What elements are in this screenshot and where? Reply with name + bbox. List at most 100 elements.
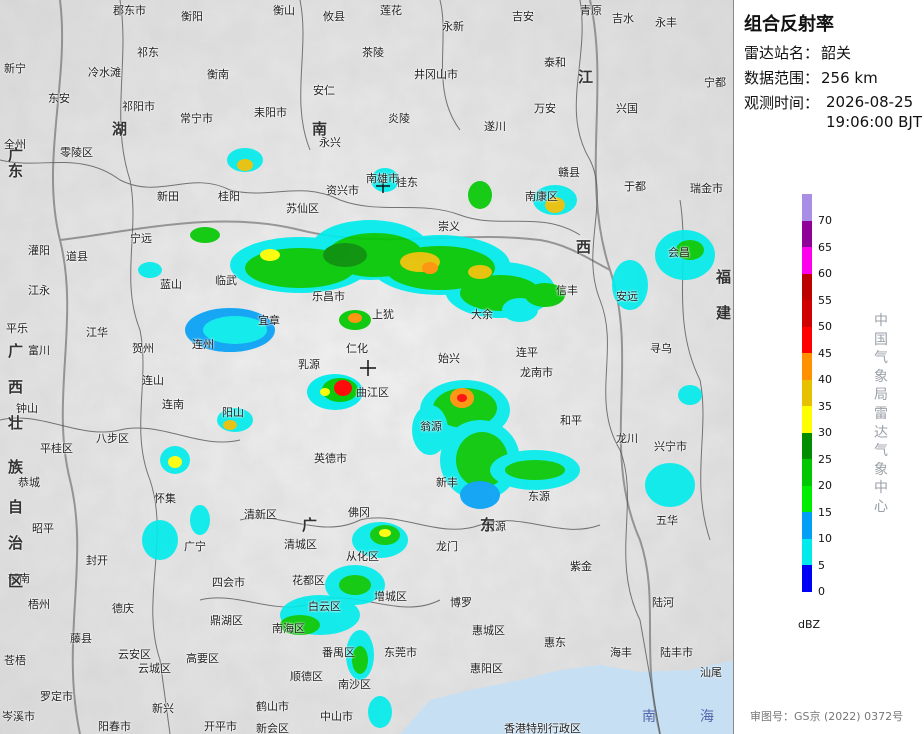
place-label: 昭平 [32, 522, 54, 535]
place-label: 泰和 [544, 56, 566, 69]
place-label: 零陵区 [60, 146, 93, 159]
province-char: 江 [578, 68, 594, 86]
legend-value: 25 [818, 452, 832, 466]
sea-label: 南 [642, 709, 656, 725]
place-label: 江华 [86, 326, 108, 339]
place-label: 南海区 [272, 622, 305, 635]
place-label: 新丰 [436, 476, 458, 489]
place-label: 惠阳区 [470, 662, 503, 675]
place-label: 会昌 [668, 246, 690, 259]
station-label: 雷达站名： [744, 44, 820, 62]
legend-value: 50 [818, 320, 832, 333]
place-label: 富川 [28, 344, 50, 357]
place-label: 炎陵 [388, 112, 410, 125]
legend-bin [802, 406, 812, 433]
place-label: 开平市 [204, 720, 237, 733]
place-label: 于都 [624, 180, 646, 193]
place-label: 龙南市 [520, 366, 553, 379]
place-label: 新会区 [256, 722, 289, 734]
place-label: 德庆 [112, 602, 134, 615]
place-label: 临武 [215, 274, 237, 287]
province-char: 湖 [112, 120, 128, 138]
legend-value: 70 [818, 214, 832, 227]
place-label: 遂川 [484, 120, 506, 133]
place-label: 桂阳 [218, 190, 240, 203]
place-label: 兴国 [616, 102, 638, 115]
legend-value: 5 [818, 558, 825, 572]
province-char: 福 [716, 268, 732, 286]
place-label: 连州 [192, 338, 214, 351]
place-label: 英德市 [314, 452, 347, 465]
province-char: 族 [8, 458, 24, 476]
province-char: 东 [480, 516, 496, 534]
legend-bin [802, 485, 812, 512]
place-label: 常宁市 [180, 112, 213, 125]
legend-bin [802, 326, 812, 353]
legend-value: 35 [818, 399, 832, 413]
province-char: 西 [8, 378, 24, 396]
place-label: 宁远 [130, 232, 152, 245]
place-label: 宁都 [704, 76, 726, 89]
place-label: 衡山 [273, 4, 295, 17]
legend-value: 60 [818, 267, 832, 280]
place-label: 新兴 [152, 702, 174, 715]
place-label: 蓝山 [160, 278, 182, 291]
place-label: 苏仙区 [286, 202, 319, 215]
place-label: 贺州 [132, 342, 154, 355]
place-label: 寻乌 [650, 342, 672, 355]
place-label: 资兴市 [326, 184, 359, 197]
legend-value: 45 [818, 346, 832, 360]
place-label: 永新 [442, 20, 464, 33]
info-panel: 组合反射率 雷达站名： 韶关 数据范围： 256 km 观测时间： 2026-08-… [734, 0, 924, 734]
legend-bin [802, 300, 812, 327]
place-label: 东源 [528, 490, 550, 503]
range-value: 256 km [821, 69, 878, 87]
place-label: 乐昌市 [312, 290, 345, 303]
place-label: 清新区 [244, 508, 277, 521]
place-label: 和平 [560, 414, 582, 427]
place-label: 东安 [48, 92, 70, 105]
place-label: 平乐 [6, 322, 28, 335]
legend-bin [802, 194, 812, 221]
place-label: 罗定市 [40, 690, 73, 703]
place-label: 从化区 [346, 550, 379, 563]
place-label: 藤县 [70, 632, 92, 645]
place-label: 阳春市 [98, 720, 131, 733]
place-label: 五华 [656, 514, 678, 527]
place-label: 陆河 [652, 596, 674, 609]
place-label: 安仁 [313, 84, 335, 97]
place-label: 莲花 [380, 4, 402, 17]
station-value: 韶关 [821, 44, 852, 62]
place-label: 海丰 [610, 646, 632, 659]
range-label: 数据范围： [744, 69, 820, 87]
place-label: 鼎湖区 [210, 614, 243, 627]
place-label: 赣县 [558, 166, 580, 179]
place-label: 中山市 [320, 710, 353, 723]
place-label: 岑溪市 [2, 710, 35, 723]
time-clock: 19:06:00 BJT [826, 113, 923, 131]
place-label: 祁阳市 [122, 100, 155, 113]
place-label: 南雄市 [366, 172, 399, 185]
time-date: 2026-08-25 [826, 93, 914, 111]
place-label: 攸县 [323, 10, 345, 23]
place-label: 惠城区 [472, 624, 505, 637]
place-label: 新宁 [4, 62, 26, 75]
place-label: 始兴 [438, 352, 460, 365]
place-label: 鹤山市 [256, 700, 289, 713]
place-label: 增城区 [374, 590, 407, 603]
place-label: 宜章 [258, 314, 280, 327]
place-label: 永丰 [655, 16, 677, 29]
product-title: 组合反射率 [744, 14, 834, 35]
place-label: 陆丰市 [660, 646, 693, 659]
radar-map[interactable]: 郡东市 衡阳 衡山 攸县 莲花 永新 吉安 青原 吉水 永丰 新宁 祁东 茶陵 … [0, 0, 734, 734]
place-label: 四会市 [212, 576, 245, 589]
place-label: 龙门 [436, 540, 458, 553]
place-label: 高要区 [186, 652, 219, 665]
place-label: 仁化 [346, 342, 368, 355]
place-label: 桂东 [396, 176, 418, 189]
province-char: 南 [312, 120, 328, 138]
place-label: 顺德区 [290, 670, 323, 683]
place-label: 万安 [534, 102, 556, 115]
place-label: 郡东市 [113, 4, 146, 17]
legend-value: 65 [818, 240, 832, 254]
